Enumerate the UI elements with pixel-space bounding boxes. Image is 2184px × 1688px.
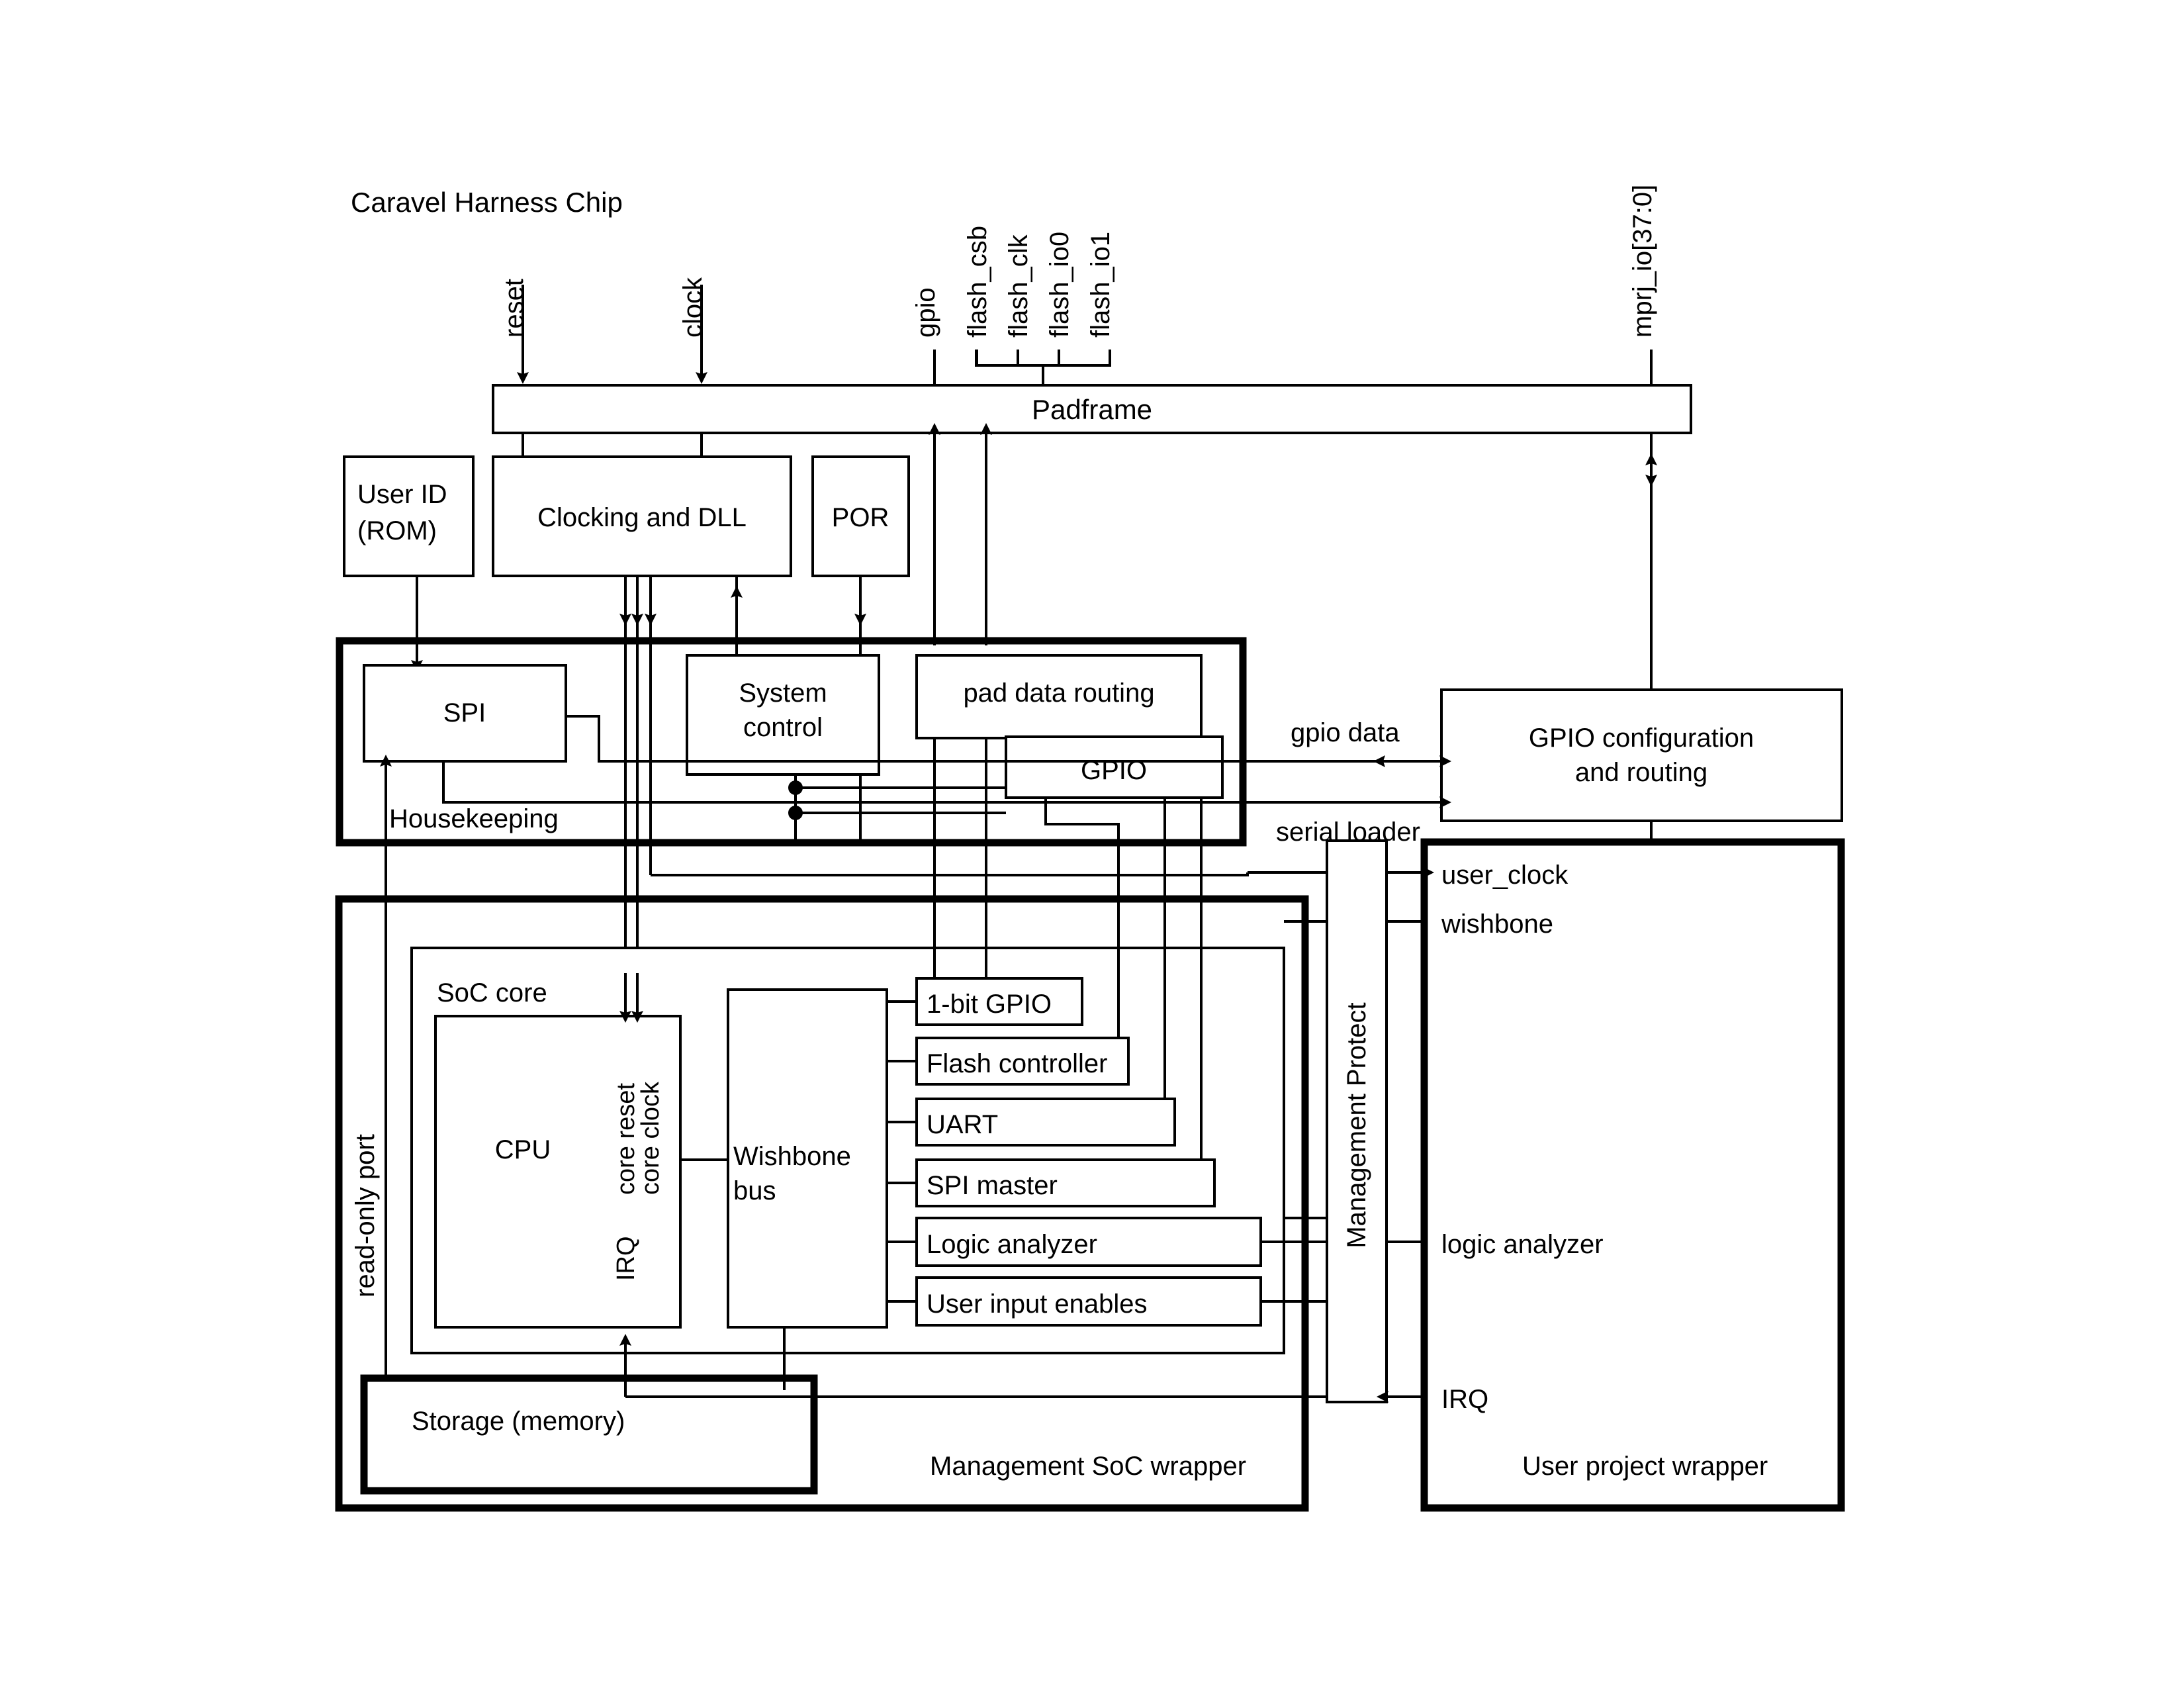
block-gpio-config-label-1: GPIO configuration [1529,724,1754,753]
block-pad-data-routing-label: pad data routing [963,679,1154,708]
diagram-canvas: Caravel Harness Chip reset clock gpio fl… [0,0,2184,1688]
block-gpio-config-label-2: and routing [1575,758,1707,787]
wire-label-gpio-data: gpio data [1291,718,1400,747]
region-housekeeping-label: Housekeeping [389,804,559,833]
block-clocking-dll-label: Clocking and DLL [537,503,747,532]
housekeeping-to-protect-wire [651,872,1249,876]
signal-label-mprj-io: mprj_io[37:0] [1628,185,1657,338]
user-port-label-logic-analyzer: logic analyzer [1441,1230,1604,1259]
signal-label-reset: reset [500,279,529,338]
block-management-protect-label: Management Protect [1342,1002,1371,1248]
signal-label-clock: clock [678,277,707,338]
block-1bit-gpio-label: 1-bit GPIO [927,990,1052,1019]
block-cpu-label: CPU [495,1135,551,1164]
region-soc-core-label: SoC core [437,978,547,1008]
block-por-label: POR [832,503,889,532]
page-title: Caravel Harness Chip [351,187,623,218]
wire-label-core-clock: core clock [637,1081,664,1195]
block-user-id-rom-label-1: User ID [357,480,447,509]
region-user-project-wrapper-label: User project wrapper [1522,1452,1768,1481]
user-port-label-irq: IRQ [1441,1385,1488,1414]
signal-label-flash-csb: flash_csb [963,226,992,338]
region-management-soc-wrapper-label: Management SoC wrapper [930,1452,1246,1481]
block-gpio-config-routing [1440,688,1843,822]
user-port-label-wishbone: wishbone [1441,910,1553,939]
user-port-wires [1377,867,1434,1403]
wire-label-core-reset: core reset [612,1083,640,1195]
block-wishbone-bus-label-1: Wishbone [733,1142,851,1171]
block-logic-analyzer-label: Logic analyzer [927,1230,1097,1259]
signal-label-gpio: gpio [911,287,940,338]
wire-label-read-only-port: read-only port [351,1134,380,1297]
block-wishbone-bus-label-2: bus [733,1176,776,1205]
block-user-input-enables-label: User input enables [927,1289,1148,1319]
user-port-label-user-clock: user_clock [1441,861,1569,890]
signal-label-flash-io0: flash_io0 [1045,232,1074,338]
block-system-control-label-1: System [739,679,827,708]
signal-label-flash-clk: flash_clk [1004,234,1033,338]
block-user-id-rom-label-2: (ROM) [357,516,437,545]
block-spi-master-label: SPI master [927,1171,1058,1200]
block-storage-memory-label: Storage (memory) [412,1407,625,1436]
block-uart-label: UART [927,1110,998,1139]
block-flash-controller-label: Flash controller [927,1049,1107,1078]
block-system-control-label-2: control [743,713,823,742]
block-padframe-label: Padframe [1032,394,1152,425]
block-spi-label: SPI [443,698,486,727]
signal-label-flash-io1: flash_io1 [1086,232,1115,338]
wire-label-irq: IRQ [612,1236,640,1281]
